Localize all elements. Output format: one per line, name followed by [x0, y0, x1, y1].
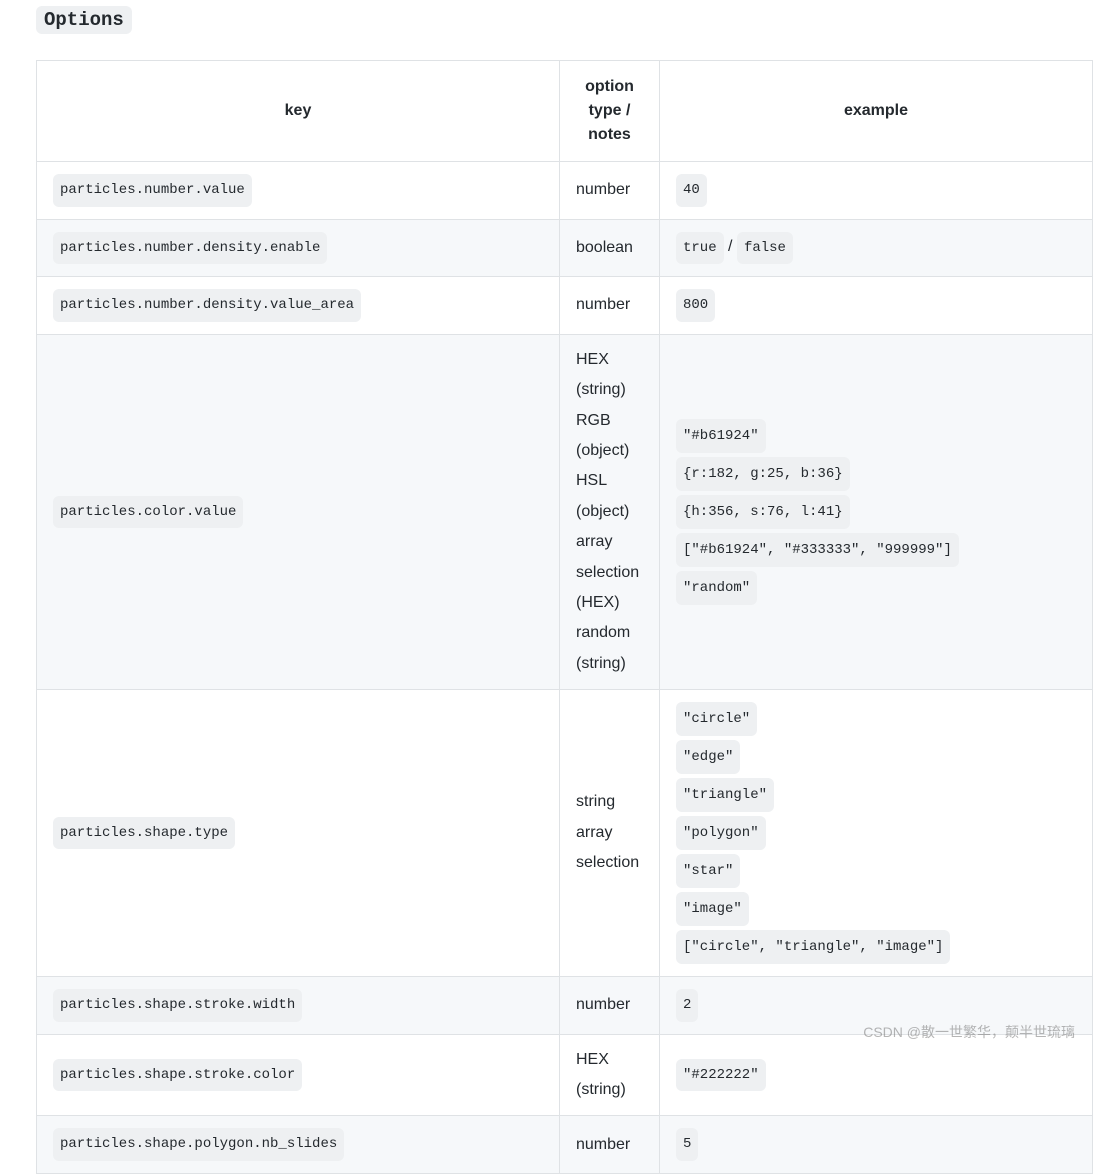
header-example: example	[660, 61, 1093, 162]
example-cell: 800	[660, 277, 1093, 335]
example-code: "image"	[676, 892, 749, 926]
key-cell: particles.color.value	[37, 334, 560, 689]
example-code: "triangle"	[676, 778, 774, 812]
example-code: "#b61924"	[676, 419, 766, 453]
type-cell: number	[560, 977, 660, 1035]
table-row: particles.number.density.value_area numbe…	[37, 277, 1093, 335]
example-code: "edge"	[676, 740, 740, 774]
key-code: particles.shape.type	[53, 817, 235, 850]
example-code: "star"	[676, 854, 740, 888]
header-type: option type / notes	[560, 61, 660, 162]
section-heading: Options	[0, 0, 1093, 36]
example-code: 800	[676, 289, 715, 322]
table-row: particles.shape.stroke.width number 2	[37, 977, 1093, 1035]
key-code: particles.shape.stroke.width	[53, 989, 302, 1022]
key-cell: particles.number.density.enable	[37, 219, 560, 277]
heading-code: Options	[36, 6, 132, 34]
type-cell: string array selection	[560, 690, 660, 977]
options-table: key option type / notes example particle…	[36, 60, 1093, 1174]
table-row: particles.shape.type string array selecti…	[37, 690, 1093, 977]
example-code: 40	[676, 174, 707, 207]
header-key: key	[37, 61, 560, 162]
example-cell: "#222222"	[660, 1034, 1093, 1116]
example-cell: true / false	[660, 219, 1093, 277]
key-cell: particles.shape.stroke.width	[37, 977, 560, 1035]
type-cell: number	[560, 162, 660, 220]
key-code: particles.shape.stroke.color	[53, 1059, 302, 1092]
example-code: 5	[676, 1128, 698, 1161]
example-code: {h:356, s:76, l:41}	[676, 495, 850, 529]
key-cell: particles.shape.type	[37, 690, 560, 977]
example-code: true	[676, 232, 724, 265]
example-code: "#222222"	[676, 1059, 766, 1092]
example-code: ["#b61924", "#333333", "999999"]	[676, 533, 959, 567]
example-code: "random"	[676, 571, 757, 605]
key-code: particles.number.density.enable	[53, 232, 327, 265]
key-code: particles.number.value	[53, 174, 252, 207]
example-cell: 40	[660, 162, 1093, 220]
example-code: 2	[676, 989, 698, 1022]
example-code: ["circle", "triangle", "image"]	[676, 930, 950, 964]
example-code: {r:182, g:25, b:36}	[676, 457, 850, 491]
key-cell: particles.number.value	[37, 162, 560, 220]
table-row: particles.color.value HEX (string) RGB (o…	[37, 334, 1093, 689]
key-cell: particles.shape.polygon.nb_slides	[37, 1116, 560, 1174]
type-cell: number	[560, 1116, 660, 1174]
key-code: particles.color.value	[53, 496, 243, 529]
example-cell: "#b61924" {r:182, g:25, b:36} {h:356, s:76…	[660, 334, 1093, 689]
type-cell: number	[560, 277, 660, 335]
example-cell: 5	[660, 1116, 1093, 1174]
key-cell: particles.shape.stroke.color	[37, 1034, 560, 1116]
type-cell: HEX (string)	[560, 1034, 660, 1116]
example-code: false	[737, 232, 793, 265]
table-row: particles.number.density.enablebooleantr…	[37, 219, 1093, 277]
key-code: particles.number.density.value_area	[53, 289, 361, 322]
example-cell: "circle" "edge" "triangle" "polygon" "star" "…	[660, 690, 1093, 977]
table-row: particles.number.value number 40	[37, 162, 1093, 220]
key-code: particles.shape.polygon.nb_slides	[53, 1128, 344, 1161]
key-cell: particles.number.density.value_area	[37, 277, 560, 335]
table-header-row: key option type / notes example	[37, 61, 1093, 162]
example-cell: 2	[660, 977, 1093, 1035]
type-cell: boolean	[560, 219, 660, 277]
type-cell: HEX (string) RGB (object) HSL (object) a…	[560, 334, 660, 689]
table-row: particles.shape.polygon.nb_slides number 5	[37, 1116, 1093, 1174]
example-code: "circle"	[676, 702, 757, 736]
table-row: particles.shape.stroke.color HEX (string)…	[37, 1034, 1093, 1116]
example-code: "polygon"	[676, 816, 766, 850]
